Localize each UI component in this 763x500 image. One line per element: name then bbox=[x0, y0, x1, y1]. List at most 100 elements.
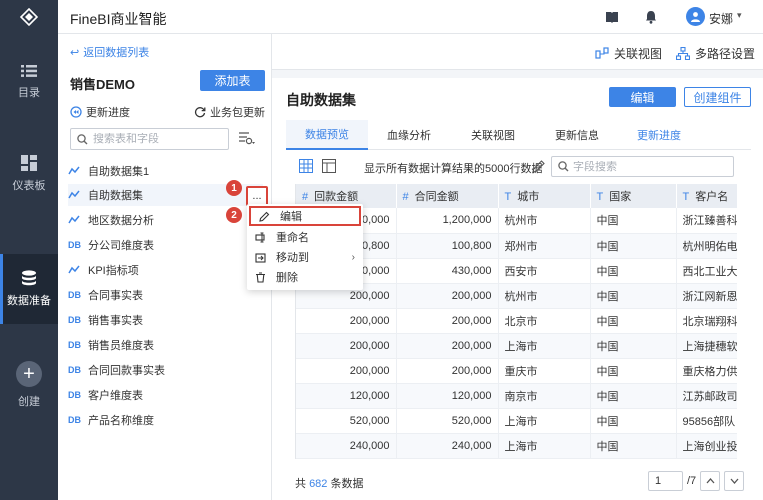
list-item[interactable]: DB 销售事实表 bbox=[68, 309, 263, 331]
menu-item-delete[interactable]: 删除 bbox=[247, 267, 363, 287]
table-cell: 1,200,000 bbox=[396, 208, 499, 234]
table-cell: 西北工业大 bbox=[676, 258, 737, 284]
app-logo[interactable] bbox=[0, 0, 58, 34]
column-header[interactable]: T 城市 bbox=[498, 184, 591, 208]
nav-item-dashboard[interactable]: 仪表板 bbox=[0, 139, 58, 209]
column-label: 客户名 bbox=[695, 191, 729, 203]
update-progress-link[interactable]: 更新进度 bbox=[70, 104, 130, 120]
table-cell: 120,000 bbox=[396, 383, 499, 409]
table-cell: 520,000 bbox=[396, 408, 499, 434]
tab-related-view[interactable]: 关联视图 bbox=[452, 120, 534, 150]
table-cell: 中国 bbox=[590, 358, 677, 384]
create-component-button[interactable]: 创建组件 bbox=[684, 87, 751, 107]
tab-update-info[interactable]: 更新信息 bbox=[536, 120, 618, 150]
step-badge: 1 bbox=[226, 180, 242, 196]
field-search-input[interactable] bbox=[573, 160, 723, 173]
list-item[interactable]: DB 合同事实表 bbox=[68, 284, 263, 306]
chevron-up-icon bbox=[706, 478, 714, 484]
table-name: 自助数据集 bbox=[88, 190, 143, 202]
tab-data-preview[interactable]: 数据预览 bbox=[286, 120, 368, 150]
package-update-label: 业务包更新 bbox=[210, 107, 265, 119]
top-bar: FineBI商业智能 安娜 ▾ bbox=[0, 0, 763, 34]
list-item[interactable]: DB 销售员维度表 bbox=[68, 334, 263, 356]
sort-filter-icon[interactable] bbox=[238, 131, 256, 148]
context-menu: 编辑 重命名 移动到 › 删除 bbox=[247, 204, 363, 290]
menu-item-move[interactable]: 移动到 › bbox=[247, 247, 363, 267]
list-item[interactable]: DB 产品名称维度 bbox=[68, 409, 263, 431]
back-to-list-link[interactable]: ↩ 返回数据列表 bbox=[70, 44, 149, 60]
table-name: 自助数据集1 bbox=[88, 166, 150, 178]
chevron-right-icon: › bbox=[351, 251, 355, 263]
table-search-input[interactable] bbox=[93, 133, 213, 145]
row-count-prefix: 共 bbox=[295, 478, 306, 490]
left-nav: 目录 仪表板 数据准备 + 创建 bbox=[0, 34, 58, 500]
column-header[interactable]: T 国家 bbox=[590, 184, 677, 208]
table-name: 地区数据分析 bbox=[88, 215, 154, 227]
nav-item-create[interactable]: + 创建 bbox=[0, 350, 58, 420]
nav-item-catalog[interactable]: 目录 bbox=[0, 47, 58, 117]
pencil-icon bbox=[259, 211, 270, 222]
db-table-icon: DB bbox=[68, 315, 81, 325]
table-cell: 浙江网新恩 bbox=[676, 283, 737, 309]
multi-path-settings-link[interactable]: 多路径设置 bbox=[676, 45, 755, 62]
column-header[interactable]: # 合同金额 bbox=[396, 184, 499, 208]
table-cell: 上海市 bbox=[498, 408, 591, 434]
table-cell: 200,000 bbox=[396, 283, 499, 309]
list-item[interactable]: DB 分公司维度表 bbox=[68, 234, 263, 256]
dashboard-icon bbox=[21, 155, 37, 171]
more-options-button[interactable]: ... bbox=[246, 186, 268, 206]
package-update-button[interactable]: 业务包更新 bbox=[194, 104, 265, 120]
table-cell: 200,000 bbox=[296, 358, 397, 384]
edit-button[interactable]: 编辑 bbox=[609, 87, 676, 107]
next-page-button[interactable] bbox=[724, 471, 744, 491]
table-row: 200,000 200,000 上海市 中国 上海捷穗软 bbox=[296, 333, 737, 359]
table-cell: 中国 bbox=[590, 433, 677, 459]
back-arrow-icon: ↩ bbox=[70, 46, 80, 59]
field-search bbox=[551, 156, 734, 177]
nav-label: 仪表板 bbox=[12, 180, 46, 192]
list-item[interactable]: DB 合同回款事实表 bbox=[68, 359, 263, 381]
chevron-down-icon[interactable]: ▾ bbox=[737, 10, 742, 21]
nav-label: 数据准备 bbox=[7, 295, 51, 307]
book-icon[interactable] bbox=[604, 9, 620, 25]
avatar[interactable] bbox=[686, 7, 705, 26]
list-item[interactable]: DB 客户维度表 bbox=[68, 384, 263, 406]
nav-item-data-prep[interactable]: 数据准备 bbox=[0, 254, 58, 324]
page-total: /7 bbox=[687, 475, 697, 487]
column-label: 国家 bbox=[609, 191, 632, 203]
menu-item-rename[interactable]: 重命名 bbox=[247, 227, 363, 247]
layout-view-icon[interactable] bbox=[322, 159, 336, 173]
table-cell: 郑州市 bbox=[498, 233, 591, 259]
refresh-icon bbox=[194, 107, 206, 118]
progress-icon bbox=[70, 106, 82, 118]
menu-item-edit[interactable]: 编辑 bbox=[249, 206, 361, 226]
trash-icon bbox=[256, 271, 265, 283]
list-item[interactable]: 自助数据集1 bbox=[68, 160, 263, 182]
table-name: 合同回款事实表 bbox=[88, 365, 165, 377]
column-header[interactable]: T 客户名 bbox=[676, 184, 737, 208]
table-cell: 重庆市 bbox=[498, 358, 591, 384]
multi-path-label: 多路径设置 bbox=[695, 47, 756, 61]
add-table-button[interactable]: 添加表 bbox=[200, 70, 265, 91]
user-name[interactable]: 安娜 bbox=[709, 10, 733, 27]
prev-page-button[interactable] bbox=[700, 471, 720, 491]
table-cell: 南京市 bbox=[498, 383, 591, 409]
grid-view-icon[interactable] bbox=[299, 159, 313, 173]
page-number-input[interactable]: 1 bbox=[648, 471, 683, 491]
bell-icon[interactable] bbox=[643, 9, 659, 25]
tab-update-progress[interactable]: 更新进度 bbox=[618, 120, 700, 150]
table-cell: 杭州市 bbox=[498, 208, 591, 234]
related-view-link[interactable]: 关联视图 bbox=[595, 45, 662, 62]
pencil-icon[interactable] bbox=[532, 159, 546, 173]
package-title: 销售DEMO bbox=[70, 77, 136, 92]
preview-note-text: 显示所有数据计算结果的5000行数据 bbox=[364, 163, 543, 175]
table-search bbox=[70, 128, 229, 150]
tab-lineage[interactable]: 血缘分析 bbox=[368, 120, 450, 150]
table-name: 分公司维度表 bbox=[88, 240, 154, 252]
list-item[interactable]: KPI指标项 bbox=[68, 259, 263, 281]
table-cell: 200,000 bbox=[396, 308, 499, 334]
db-table-icon: DB bbox=[68, 290, 81, 300]
menu-item-label: 重命名 bbox=[276, 232, 309, 244]
app-title: FineBI商业智能 bbox=[70, 11, 167, 27]
column-label: 合同金额 bbox=[414, 191, 459, 203]
